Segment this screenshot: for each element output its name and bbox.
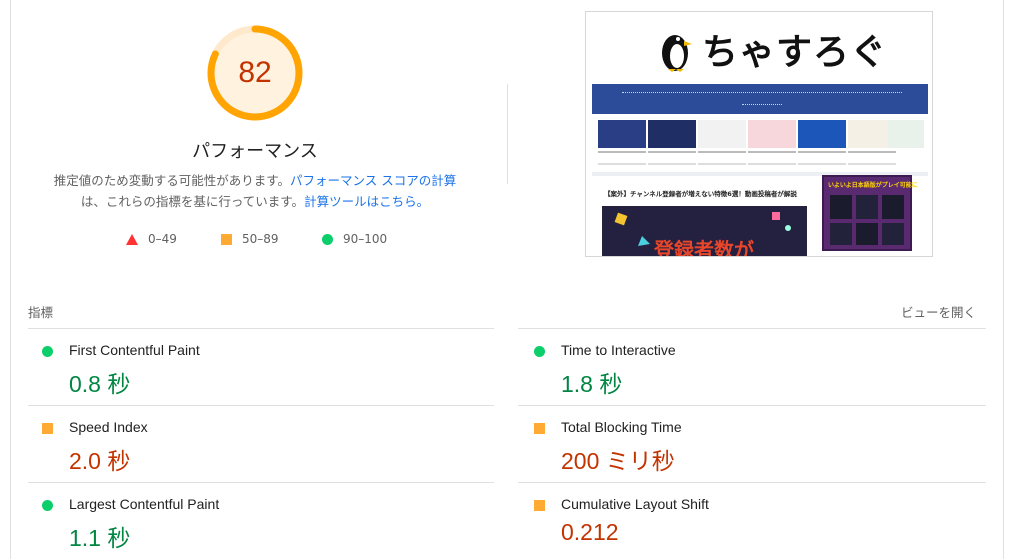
pass-circle-icon	[534, 346, 545, 357]
metric-value: 1.8 秒	[561, 371, 623, 397]
section-divider	[507, 84, 508, 184]
metric-speed-index: Speed Index 2.0 秒	[28, 405, 468, 475]
metric-value: 2.0 秒	[69, 448, 131, 474]
pass-circle-icon	[42, 346, 53, 357]
red-triangle-icon	[126, 233, 138, 245]
penguin-logo-icon	[656, 25, 694, 73]
ad-text: いよいよ日本語版がプレイ可能に	[828, 182, 918, 189]
legend-pass: 90–100	[322, 232, 387, 246]
metric-first-contentful-paint: First Contentful Paint 0.8 秒	[28, 328, 468, 398]
description-text-1: 推定値のため変動する可能性があります。	[53, 173, 291, 188]
article-thumbnails	[596, 120, 926, 170]
legend-label: 90–100	[343, 232, 388, 246]
calculator-link[interactable]: 計算ツールはこちら。	[304, 194, 429, 209]
article-image-text: 登録者数が	[654, 238, 754, 257]
metric-largest-contentful-paint: Largest Contentful Paint 1.1 秒	[28, 482, 468, 552]
metric-time-to-interactive: Time to Interactive 1.8 秒	[520, 328, 960, 398]
metric-name: First Contentful Paint	[69, 342, 200, 358]
average-square-icon	[534, 500, 545, 511]
metric-name: Time to Interactive	[561, 342, 676, 358]
site-navbar	[592, 84, 928, 114]
final-screenshot[interactable]: ちゃすろぐ 【案外】チャンネル登録者が増えない特徴6選！動画投稿者が解説 登録者…	[585, 11, 933, 257]
site-logo-text: ちゃすろぐ	[702, 32, 888, 73]
score-calc-link[interactable]: パフォーマンス スコアの計算	[290, 173, 456, 188]
metric-name: Largest Contentful Paint	[69, 496, 220, 512]
description-text-2: は、これらの指標を基に行っています。	[80, 194, 305, 209]
metric-name: Cumulative Layout Shift	[561, 496, 709, 512]
metric-total-blocking-time: Total Blocking Time 200 ミリ秒	[520, 405, 960, 475]
metric-value: 1.1 秒	[69, 525, 131, 551]
article-title: 【案外】チャンネル登録者が増えない特徴6選！動画投稿者が解説	[604, 190, 797, 198]
performance-gauge: 82	[204, 22, 306, 124]
legend-label: 0–49	[148, 232, 177, 246]
legend-average: 50–89	[221, 232, 279, 246]
metric-name: Speed Index	[69, 419, 148, 435]
pass-circle-icon	[42, 500, 53, 511]
score-description: 推定値のため変動する可能性があります。パフォーマンス スコアの計算 は、これらの…	[40, 170, 470, 212]
featured-article: 【案外】チャンネル登録者が増えない特徴6選！動画投稿者が解説 登録者数が	[602, 178, 807, 257]
performance-title: パフォーマンス	[192, 141, 318, 162]
green-circle-icon	[322, 233, 333, 245]
metric-value: 200 ミリ秒	[561, 448, 675, 474]
orange-square-icon	[221, 233, 232, 245]
performance-score: 82	[238, 56, 272, 89]
average-square-icon	[534, 423, 545, 434]
metric-name: Total Blocking Time	[561, 419, 682, 435]
average-square-icon	[42, 423, 53, 434]
article-image: 登録者数が	[602, 206, 807, 257]
metrics-heading: 指標	[28, 305, 54, 320]
ad-banner: いよいよ日本語版がプレイ可能に	[822, 175, 918, 251]
metric-cumulative-layout-shift: Cumulative Layout Shift 0.212	[520, 482, 960, 552]
legend-label: 50–89	[242, 232, 279, 246]
legend-fail: 0–49	[126, 232, 177, 246]
metric-value: 0.8 秒	[69, 371, 131, 397]
score-legend: 0–49 50–89 90–100	[0, 232, 520, 250]
site-logo: ちゃすろぐ	[656, 22, 887, 76]
metric-value: 0.212	[561, 519, 619, 545]
expand-view-toggle[interactable]: ビューを開く	[890, 302, 976, 321]
